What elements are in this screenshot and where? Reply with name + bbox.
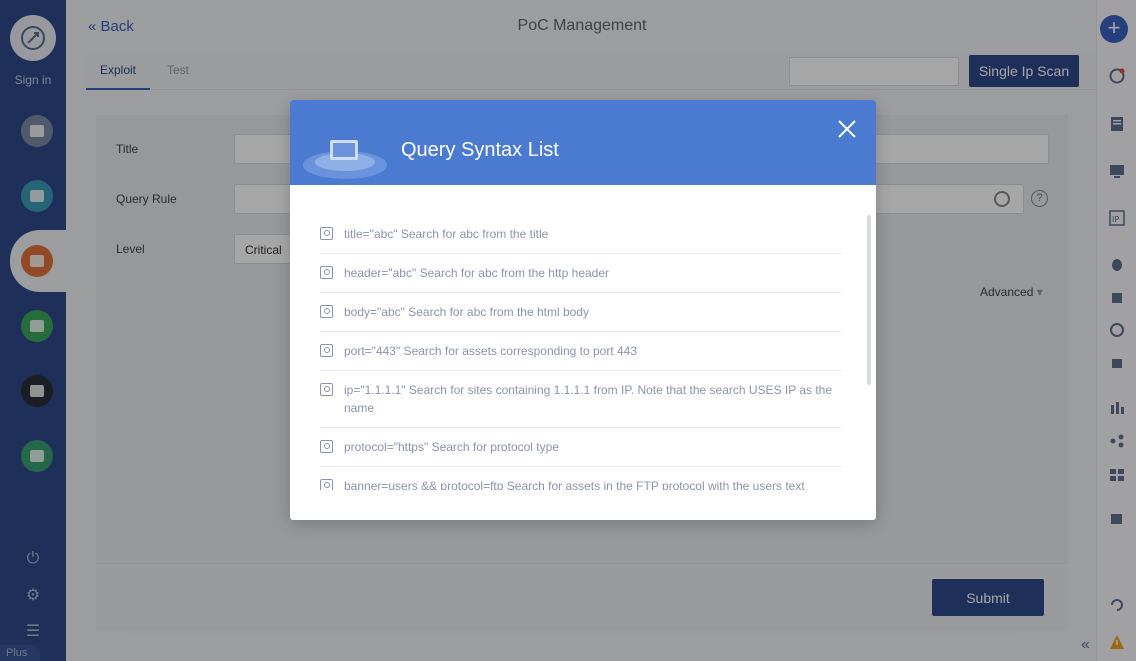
modal-body: title="abc" Search for abc from the titl… [290,185,876,520]
scrollbar[interactable] [867,215,871,385]
modal-header: Query Syntax List [290,100,876,185]
syntax-list[interactable]: title="abc" Search for abc from the titl… [320,215,841,490]
query-syntax-modal: Query Syntax List title="abc" Search for… [290,100,876,520]
syntax-item[interactable]: body="abc" Search for abc from the html … [320,293,841,332]
syntax-item[interactable]: port="443" Search for assets correspondi… [320,332,841,371]
modal-title: Query Syntax List [401,139,559,161]
syntax-item-text: header="abc" Search for abc from the htt… [344,266,610,280]
syntax-item[interactable]: protocol="https" Search for protocol typ… [320,428,841,467]
syntax-item[interactable]: title="abc" Search for abc from the titl… [320,215,841,254]
syntax-item-text: body="abc" Search for abc from the html … [344,305,589,319]
search-doc-icon [320,266,333,279]
search-doc-icon [320,383,333,396]
search-doc-icon [320,227,333,240]
syntax-item-text: title="abc" Search for abc from the titl… [344,227,549,241]
syntax-item[interactable]: header="abc" Search for abc from the htt… [320,254,841,293]
syntax-item-text: banner=users && protocol=ftp Search for … [344,479,805,490]
search-doc-icon [320,440,333,453]
monitor-illustration-icon [303,140,387,179]
syntax-item-text: ip="1.1.1.1" Search for sites containing… [344,383,833,415]
search-doc-icon [320,479,333,490]
syntax-item[interactable]: ip="1.1.1.1" Search for sites containing… [320,371,841,428]
search-doc-icon [320,305,333,318]
search-doc-icon [320,344,333,357]
syntax-item-text: protocol="https" Search for protocol typ… [344,440,559,454]
syntax-item-text: port="443" Search for assets correspondi… [344,344,638,358]
close-icon[interactable] [836,118,858,140]
syntax-item[interactable]: banner=users && protocol=ftp Search for … [320,467,841,490]
